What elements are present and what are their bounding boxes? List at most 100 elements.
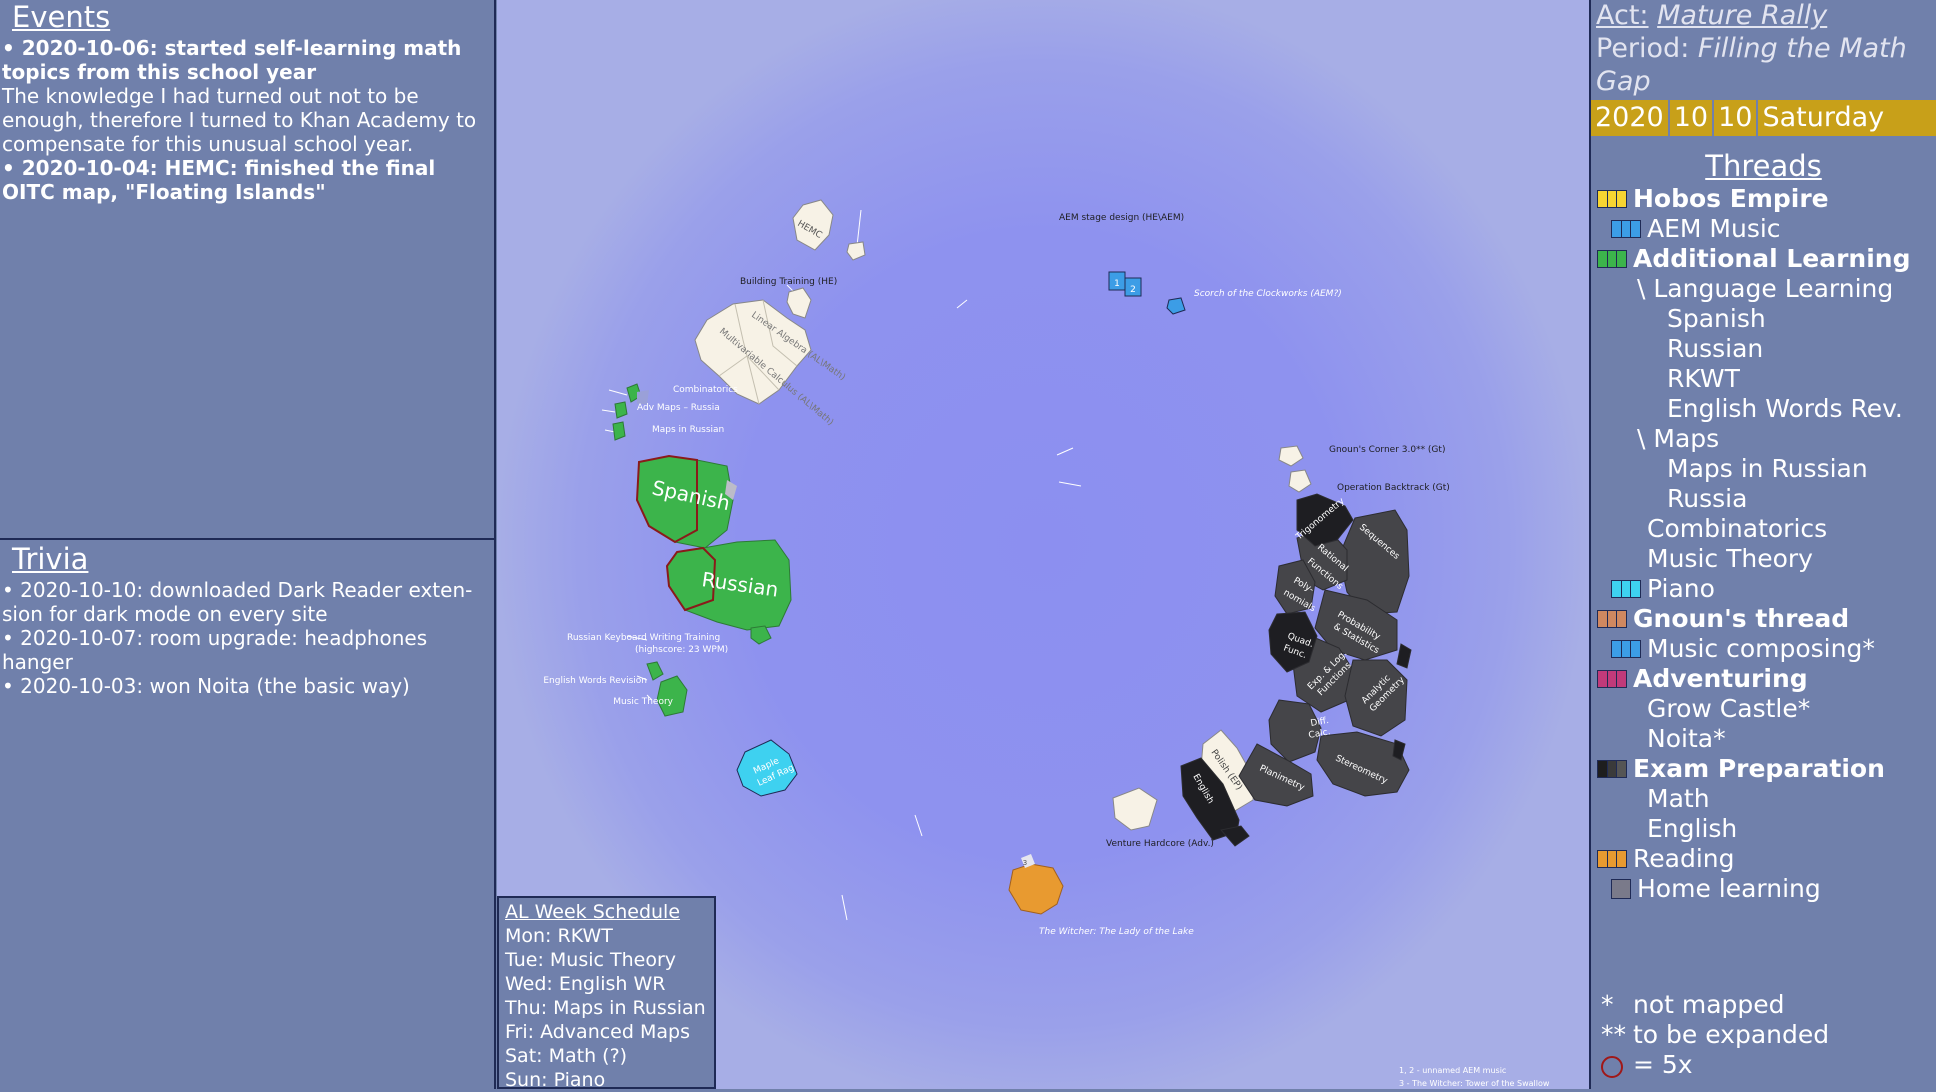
thread-item: English Words Rev. bbox=[1591, 394, 1936, 424]
rkwt-island bbox=[750, 625, 772, 645]
legend-expand: ** to be expanded bbox=[1601, 1020, 1829, 1050]
event-head: • 2020-10-06: started self-learning math… bbox=[2, 36, 462, 84]
date-month: 10 bbox=[1670, 100, 1715, 136]
thread-color-swatch bbox=[1597, 190, 1627, 208]
thread-label: Combinatorics bbox=[1647, 514, 1828, 543]
thread-color-swatch bbox=[1611, 220, 1641, 238]
thread-label: English Words Rev. bbox=[1667, 394, 1903, 423]
event-entry: • 2020-10-04: HEMC: finished the final O… bbox=[0, 156, 494, 204]
act-line: Act: Mature Rally bbox=[1591, 0, 1936, 32]
act-name: Mature Rally bbox=[1657, 0, 1828, 31]
adv-maps-island bbox=[614, 401, 628, 419]
thread-item: Additional Learning bbox=[1591, 244, 1936, 274]
events-title: Events bbox=[12, 0, 111, 34]
thread-label: Russian bbox=[1667, 334, 1764, 363]
thread-color-swatch bbox=[1597, 250, 1627, 268]
left-column: Events • 2020-10-06: started self-learni… bbox=[0, 0, 496, 1089]
footnote-1: 1, 2 - unnamed AEM music bbox=[1399, 1066, 1506, 1075]
thread-label: Gnoun's thread bbox=[1633, 604, 1850, 633]
thread-item: AEM Music bbox=[1591, 214, 1936, 244]
thread-label: Maps in Russian bbox=[1667, 454, 1868, 483]
thread-item: Russia bbox=[1591, 484, 1936, 514]
week-schedule: AL Week Schedule Mon: RKWT Tue: Music Th… bbox=[497, 896, 716, 1091]
period-line: Period: Filling the Math Gap bbox=[1591, 32, 1936, 98]
trivia-title: Trivia bbox=[12, 542, 89, 576]
thread-item: Music composing* bbox=[1591, 634, 1936, 664]
thread-label: Reading bbox=[1633, 844, 1735, 873]
thread-label: Adventuring bbox=[1633, 664, 1808, 693]
adv-maps-label: Adv Maps – Russia bbox=[637, 403, 720, 413]
scorch-label: Scorch of the Clockworks (AEM?) bbox=[1194, 289, 1342, 299]
thread-item: Grow Castle* bbox=[1591, 694, 1936, 724]
schedule-row: Sun: Piano bbox=[505, 1069, 606, 1091]
thread-label: Music composing* bbox=[1647, 634, 1875, 663]
schedule-row: Wed: English WR bbox=[505, 973, 666, 995]
threads-list: Hobos Empire AEM Music Additional Learning… bbox=[1591, 184, 1936, 904]
thread-color-swatch bbox=[1597, 610, 1627, 628]
footnote-2: 3 - The Witcher: Tower of the Swallow bbox=[1399, 1079, 1550, 1088]
thread-label: AEM Music bbox=[1647, 214, 1781, 243]
thread-color-swatch bbox=[1611, 879, 1631, 899]
event-entry: • 2020-10-06: started self-learning math… bbox=[0, 36, 494, 156]
thread-color-swatch bbox=[1597, 670, 1627, 688]
thread-label: Spanish bbox=[1667, 304, 1766, 333]
thread-color-swatch bbox=[1597, 850, 1627, 868]
legend-not-mapped-symbol: * bbox=[1601, 990, 1614, 1019]
thread-item: RKWT bbox=[1591, 364, 1936, 394]
thread-color-swatch bbox=[1611, 580, 1641, 598]
period-label: Period: bbox=[1596, 33, 1690, 64]
witcher-label: The Witcher: The Lady of the Lake bbox=[1039, 927, 1194, 937]
thread-item: Noita* bbox=[1591, 724, 1936, 754]
thread-item: Exam Preparation bbox=[1591, 754, 1936, 784]
thread-label: Additional Learning bbox=[1633, 244, 1911, 273]
aem-stage-island bbox=[846, 241, 866, 261]
thread-label: Grow Castle* bbox=[1647, 694, 1811, 723]
thread-label: \ Maps bbox=[1637, 424, 1720, 453]
red-circle-icon bbox=[1601, 1056, 1623, 1078]
map-legend: * not mapped ** to be expanded = 5x bbox=[1601, 990, 1829, 1085]
thread-item: English bbox=[1591, 814, 1936, 844]
maps-russian-label: Maps in Russian bbox=[652, 425, 724, 435]
rkwt-label-1: Russian Keyboard Writing Training bbox=[567, 633, 720, 643]
right-column: Act: Mature Rally Period: Filling the Ma… bbox=[1589, 0, 1936, 1089]
date-bar: 2020 10 10 Saturday bbox=[1591, 100, 1936, 136]
thread-label: English bbox=[1647, 814, 1738, 843]
thread-item: Combinatorics bbox=[1591, 514, 1936, 544]
venture-label: Venture Hardcore (Adv.) bbox=[1106, 839, 1214, 849]
thread-item: Piano bbox=[1591, 574, 1936, 604]
thread-item: \ Maps bbox=[1591, 424, 1936, 454]
trivia-entry: • 2020-10-10: downloaded Dark Reader ext… bbox=[2, 578, 473, 626]
threads-title: Threads bbox=[1705, 149, 1822, 183]
thread-item: Music Theory bbox=[1591, 544, 1936, 574]
english-words-label: English Words Revision bbox=[543, 676, 647, 686]
thread-label: Russia bbox=[1667, 484, 1748, 513]
thread-item: Reading bbox=[1591, 844, 1936, 874]
legend-circle: = 5x bbox=[1601, 1050, 1829, 1085]
thread-label: Hobos Empire bbox=[1633, 184, 1829, 213]
event-body: The knowledge I had turned out not to be… bbox=[2, 84, 477, 156]
witcher-3-label: 3 bbox=[1023, 859, 1027, 867]
music-theory-island bbox=[656, 675, 688, 717]
aem-music-2-label: 2 bbox=[1130, 285, 1136, 295]
building-label: Building Training (HE) bbox=[740, 277, 837, 287]
backtrack-label: Operation Backtrack (Gt) bbox=[1337, 483, 1450, 493]
thread-label: \ Language Learning bbox=[1637, 274, 1894, 303]
legend-circle-text: = 5x bbox=[1633, 1050, 1693, 1079]
trivia-panel: Trivia • 2020-10-10: downloaded Dark Rea… bbox=[0, 542, 494, 698]
thread-item: \ Language Learning bbox=[1591, 274, 1936, 304]
thread-item: Hobos Empire bbox=[1591, 184, 1936, 214]
thread-item: Spanish bbox=[1591, 304, 1936, 334]
legend-not-mapped: * not mapped bbox=[1601, 990, 1829, 1020]
trivia-entry: • 2020-10-07: room upgrade: headphones h… bbox=[2, 626, 428, 674]
thread-label: RKWT bbox=[1667, 364, 1740, 393]
maps-russian-island bbox=[612, 421, 626, 441]
aem-music-1-label: 1 bbox=[1114, 279, 1120, 289]
thread-item: Math bbox=[1591, 784, 1936, 814]
witcher-island bbox=[1008, 863, 1064, 915]
schedule-row: Sat: Math (?) bbox=[505, 1045, 628, 1067]
aem-stage-label: AEM stage design (HE\AEM) bbox=[1059, 213, 1184, 223]
gnoun-label: Gnoun's Corner 3.0** (Gt) bbox=[1329, 445, 1445, 455]
legend-expand-text: to be expanded bbox=[1633, 1020, 1830, 1049]
trivia-entry: • 2020-10-03: won Noita (the basic way) bbox=[2, 674, 410, 698]
events-panel: Events • 2020-10-06: started self-learni… bbox=[0, 0, 494, 540]
